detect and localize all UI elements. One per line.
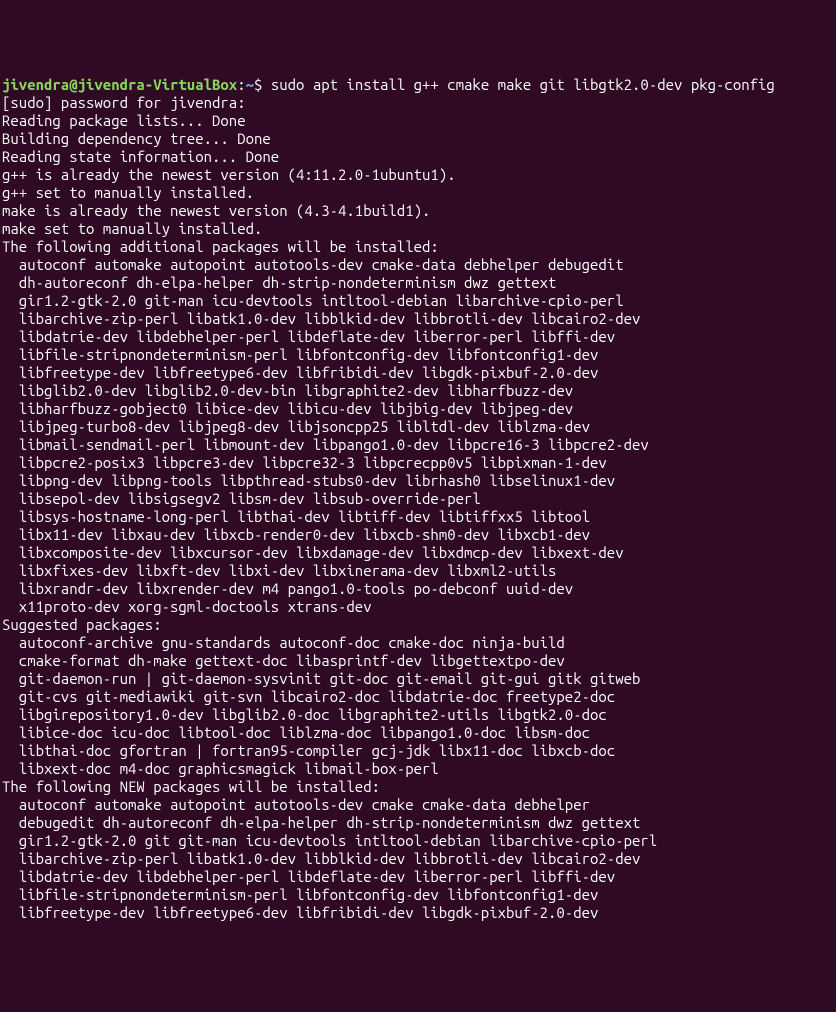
output-line: libice-doc icu-doc libtool-doc liblzma-d… — [2, 724, 590, 741]
output-line: libjpeg-turbo8-dev libjpeg8-dev libjsonc… — [2, 418, 590, 435]
output-line: libdatrie-dev libdebhelper-perl libdefla… — [2, 328, 615, 345]
output-line: dh-autoreconf dh-elpa-helper dh-strip-no… — [2, 274, 556, 291]
prompt-user-host: jivendra@jivendra-VirtualBox — [2, 76, 237, 93]
terminal-window[interactable]: jivendra@jivendra-VirtualBox:~$ sudo apt… — [2, 76, 834, 922]
output-line: make is already the newest version (4.3-… — [2, 202, 430, 219]
output-line: Reading package lists... Done — [2, 112, 246, 129]
output-line: Building dependency tree... Done — [2, 130, 271, 147]
output-line: libarchive-zip-perl libatk1.0-dev libblk… — [2, 310, 640, 327]
output-line: cmake-format dh-make gettext-doc libaspr… — [2, 652, 565, 669]
output-line: libxext-doc m4-doc graphicsmagick libmai… — [2, 760, 439, 777]
output-line: libxcomposite-dev libxcursor-dev libxdam… — [2, 544, 624, 561]
output-line: libxfixes-dev libxft-dev libxi-dev libxi… — [2, 562, 556, 579]
output-line: git-cvs git-mediawiki git-svn libcairo2-… — [2, 688, 615, 705]
output-line: libmail-sendmail-perl libmount-dev libpa… — [2, 436, 649, 453]
prompt-separator: : — [237, 76, 245, 93]
output-line: x11proto-dev xorg-sgml-doctools xtrans-d… — [2, 598, 372, 615]
output-line: libdatrie-dev libdebhelper-perl libdefla… — [2, 868, 615, 885]
output-line: libthai-doc gfortran | fortran95-compile… — [2, 742, 615, 759]
output-line: libsys-hostname-long-perl libthai-dev li… — [2, 508, 590, 525]
output-line: libfreetype-dev libfreetype6-dev libfrib… — [2, 364, 598, 381]
output-line: [sudo] password for jivendra: — [2, 94, 246, 111]
output-line: libpcre2-posix3 libpcre3-dev libpcre32-3… — [2, 454, 607, 471]
output-line: libx11-dev libxau-dev libxcb-render0-dev… — [2, 526, 590, 543]
prompt-dollar: $ — [254, 76, 271, 93]
output-line: debugedit dh-autoreconf dh-elpa-helper d… — [2, 814, 640, 831]
output-line: autoconf-archive gnu-standards autoconf-… — [2, 634, 565, 651]
output-line: The following additional packages will b… — [2, 238, 439, 255]
output-line: libfreetype-dev libfreetype6-dev libfrib… — [2, 904, 598, 921]
output-line: g++ is already the newest version (4:11.… — [2, 166, 456, 183]
output-line: libgirepository1.0-dev libglib2.0-doc li… — [2, 706, 607, 723]
output-line: libharfbuzz-gobject0 libice-dev libicu-d… — [2, 400, 573, 417]
output-line: libsepol-dev libsigsegv2 libsm-dev libsu… — [2, 490, 481, 507]
output-line: Suggested packages: — [2, 616, 162, 633]
output-line: autoconf automake autopoint autotools-de… — [2, 256, 624, 273]
output-line: g++ set to manually installed. — [2, 184, 254, 201]
command-text: sudo apt install g++ cmake make git libg… — [271, 76, 775, 93]
output-line: make set to manually installed. — [2, 220, 262, 237]
output-line: libglib2.0-dev libglib2.0-dev-bin libgra… — [2, 382, 573, 399]
output-line: Reading state information... Done — [2, 148, 279, 165]
output-line: git-daemon-run | git-daemon-sysvinit git… — [2, 670, 640, 687]
output-line: gir1.2-gtk-2.0 git-man icu-devtools intl… — [2, 292, 624, 309]
output-line: libarchive-zip-perl libatk1.0-dev libblk… — [2, 850, 640, 867]
output-line: libpng-dev libpng-tools libpthread-stubs… — [2, 472, 615, 489]
prompt-path: ~ — [246, 76, 254, 93]
output-line: libfile-stripnondeterminism-perl libfont… — [2, 886, 598, 903]
output-line: libxrandr-dev libxrender-dev m4 pango1.0… — [2, 580, 573, 597]
output-line: autoconf automake autopoint autotools-de… — [2, 796, 590, 813]
output-line: libfile-stripnondeterminism-perl libfont… — [2, 346, 598, 363]
output-line: The following NEW packages will be insta… — [2, 778, 380, 795]
